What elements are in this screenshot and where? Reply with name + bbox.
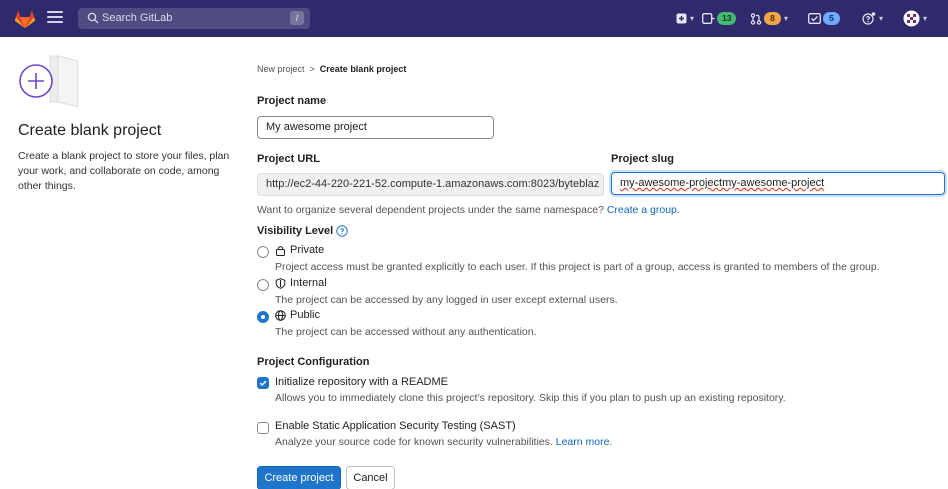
project-slug-value: my-awesome-projectmy-awesome-project: [620, 177, 825, 189]
sast-checkbox[interactable]: [257, 422, 269, 434]
project-url-input[interactable]: http://ec2-44-220-221-52.compute-1.amazo…: [257, 173, 604, 196]
project-config-label: Project Configuration: [257, 356, 370, 368]
issues-icon: [702, 13, 715, 24]
breadcrumb-current: Create blank project: [319, 64, 407, 74]
visibility-private-option[interactable]: Private: [275, 244, 324, 256]
page-description: Create a blank project to store your fil…: [18, 150, 230, 192]
visibility-label: Visibility Level: [257, 225, 334, 237]
blank-project-illustration: [19, 55, 79, 108]
chevron-down-icon: ▾: [690, 14, 695, 23]
project-name-label: Project name: [257, 95, 327, 107]
shield-icon: [275, 277, 286, 289]
project-name-input[interactable]: My awesome project: [257, 116, 494, 139]
visibility-public-option[interactable]: Public: [275, 309, 320, 321]
visibility-public-radio[interactable]: [257, 311, 269, 323]
project-slug-label: Project slug: [611, 153, 674, 165]
page-title: Create blank project: [18, 122, 162, 139]
visibility-private-label: Private: [290, 244, 325, 256]
help-icon[interactable]: [336, 225, 348, 237]
sast-label[interactable]: Enable Static Application Security Testi…: [275, 420, 516, 432]
chevron-down-icon: ▾: [879, 14, 884, 23]
breadcrumb: New project > Create blank project: [257, 64, 406, 74]
globe-icon: [275, 309, 286, 321]
chevron-down-icon: ▾: [784, 14, 789, 23]
visibility-heading: Visibility Level: [257, 225, 348, 237]
visibility-internal-description: The project can be accessed by any logge…: [275, 294, 618, 306]
user-menu-button[interactable]: ▾: [903, 0, 927, 37]
main-menu-icon[interactable]: [47, 11, 63, 25]
create-new-button[interactable]: ▾: [676, 0, 694, 37]
merge-requests-button[interactable]: 8 ▾: [750, 0, 788, 37]
project-url-label: Project URL: [257, 153, 320, 165]
todos-button[interactable]: 5: [808, 0, 840, 37]
issues-button[interactable]: 13: [702, 0, 737, 37]
namespace-help: Want to organize several dependent proje…: [257, 204, 680, 216]
visibility-internal-radio[interactable]: [257, 279, 269, 291]
avatar: [903, 10, 920, 27]
gitlab-logo-icon[interactable]: [14, 9, 36, 29]
visibility-private-radio[interactable]: [257, 246, 269, 258]
merge-requests-count-badge: 8: [764, 12, 781, 25]
readme-label[interactable]: Initialize repository with a README: [275, 376, 448, 388]
issues-count-badge: 13: [717, 12, 737, 25]
sast-description: Analyze your source code for known secur…: [275, 436, 612, 448]
sast-description-text: Analyze your source code for known secur…: [275, 436, 553, 448]
chevron-down-icon: ▾: [923, 14, 928, 23]
breadcrumb-separator: >: [309, 64, 315, 74]
help-icon: [862, 12, 876, 25]
search-input[interactable]: Search GitLab /: [78, 8, 310, 29]
learn-more-link[interactable]: Learn more.: [556, 436, 613, 448]
search-shortcut-badge: /: [290, 11, 304, 25]
visibility-internal-label: Internal: [290, 277, 327, 289]
search-icon: [87, 12, 99, 24]
lock-icon: [276, 245, 285, 256]
todos-count-badge: 5: [823, 12, 840, 25]
merge-request-icon: [750, 12, 762, 25]
search-placeholder: Search GitLab: [102, 12, 173, 24]
project-slug-input[interactable]: my-awesome-projectmy-awesome-project: [611, 172, 945, 195]
visibility-private-description: Project access must be granted explicitl…: [275, 261, 880, 273]
create-project-button[interactable]: Create project: [257, 466, 341, 489]
help-button[interactable]: ▾: [862, 0, 883, 37]
top-navbar: Search GitLab / ▾ 13 8 ▾ 5 ▾ ▾: [0, 0, 948, 37]
visibility-public-label: Public: [290, 309, 320, 321]
readme-checkbox[interactable]: [257, 377, 269, 389]
create-group-link[interactable]: Create a group.: [607, 204, 680, 216]
visibility-public-description: The project can be accessed without any …: [275, 326, 537, 338]
todo-icon: [808, 13, 821, 24]
namespace-help-text: Want to organize several dependent proje…: [257, 204, 604, 216]
cancel-button[interactable]: Cancel: [346, 466, 395, 489]
breadcrumb-new-project[interactable]: New project: [257, 64, 305, 74]
checkmark-icon: [259, 380, 267, 387]
plus-square-icon: [676, 13, 687, 24]
readme-description: Allows you to immediately clone this pro…: [275, 392, 786, 404]
visibility-internal-option[interactable]: Internal: [275, 277, 327, 289]
